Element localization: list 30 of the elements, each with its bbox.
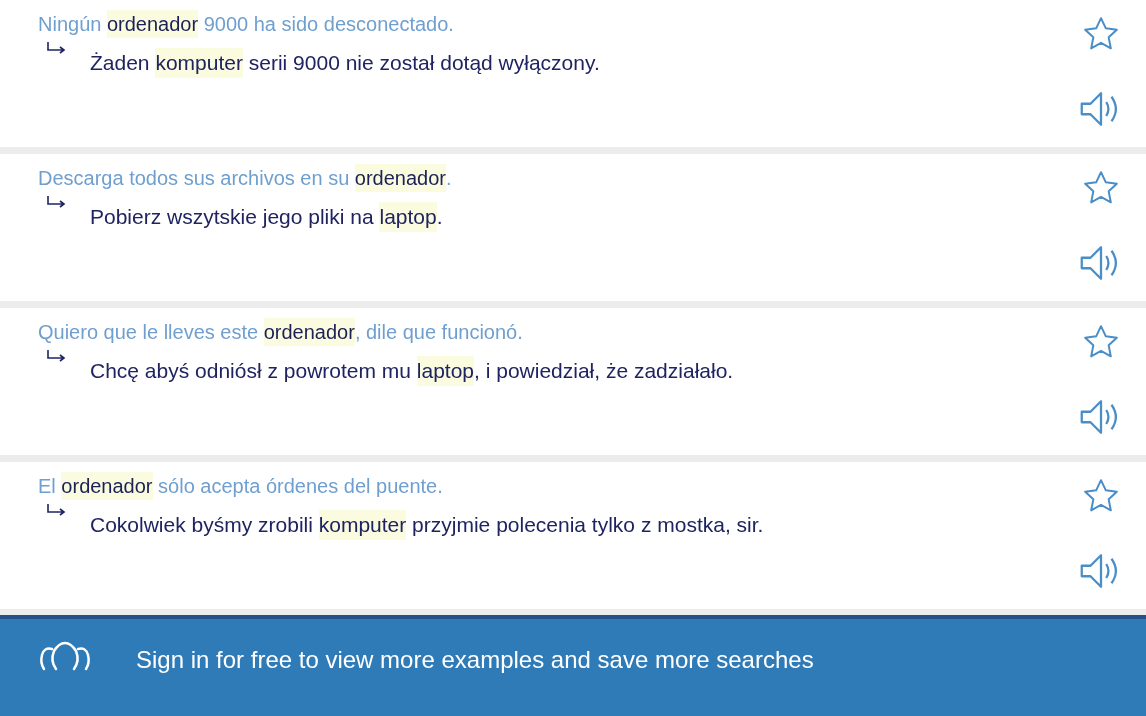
sentence-text: serii 9000 nie został dotąd wyłączony. bbox=[247, 50, 600, 76]
sentence-text: El bbox=[38, 474, 57, 499]
sentence-text: , dile que funcionó. bbox=[354, 320, 523, 345]
sentence-text: . bbox=[436, 204, 443, 230]
sentence-text: 9000 ha sido desconectado. bbox=[202, 12, 454, 37]
sentence-text: . bbox=[446, 166, 452, 191]
highlighted-word: ordenador bbox=[61, 472, 153, 500]
sentence-text: przyjmie polecenia tylko z mostka, sir. bbox=[411, 512, 764, 538]
sentence-text: Quiero que le lleves este bbox=[38, 320, 260, 345]
banner-text: Sign in for free to view more examples and save more searches bbox=[136, 645, 814, 675]
sentence-text: sólo acepta órdenes del puente. bbox=[157, 474, 443, 499]
sentence-text: Descarga todos sus archivos en su bbox=[38, 166, 351, 191]
highlighted-word: ordenador bbox=[263, 318, 355, 346]
reply-arrow-icon bbox=[46, 41, 68, 55]
reply-arrow-icon bbox=[46, 349, 68, 363]
highlighted-word: komputer bbox=[318, 510, 407, 540]
reply-arrow-icon bbox=[46, 195, 68, 209]
sign-in-banner[interactable]: Sign in for free to view more examples and save more searches bbox=[0, 615, 1146, 716]
sentence-text: , i powiedział, że zadziałało. bbox=[474, 358, 734, 384]
highlighted-word: ordenador bbox=[106, 10, 199, 38]
sentence-text: Cokolwiek byśmy zrobili bbox=[90, 512, 314, 538]
sentence-text: Ningún bbox=[38, 12, 103, 37]
highlighted-word: ordenador bbox=[354, 164, 446, 192]
sentence-text: Żaden bbox=[90, 50, 151, 76]
reply-arrow-icon bbox=[46, 503, 68, 517]
sentence-text: Pobierz wszytskie jego pliki na bbox=[90, 204, 375, 230]
sentence-text: Chcę abyś odniósł z powrotem mu bbox=[90, 358, 412, 384]
highlighted-word: komputer bbox=[155, 48, 243, 78]
highlighted-word: laptop bbox=[416, 356, 475, 386]
highlighted-word: laptop bbox=[379, 202, 437, 232]
